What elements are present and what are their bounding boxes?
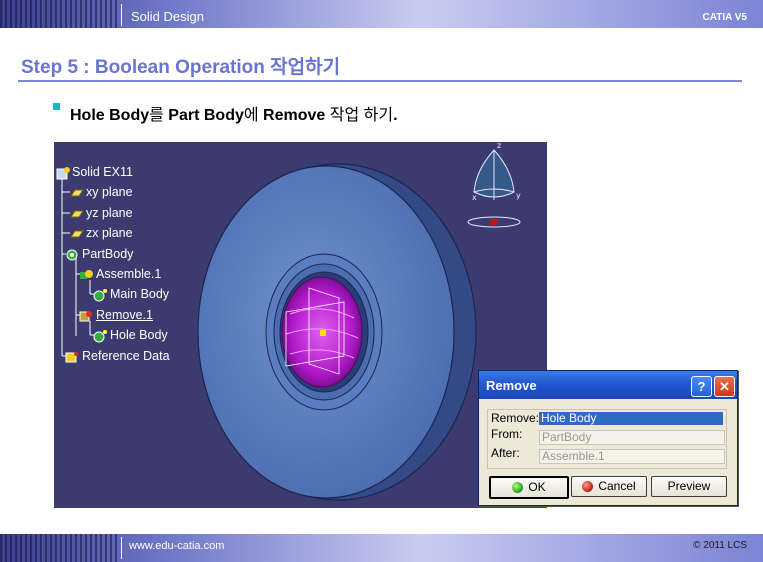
footer-hatch-pattern	[0, 534, 118, 562]
tree-node-zx-plane[interactable]: zx plane	[70, 225, 133, 241]
instruction-part-body: Part Body	[168, 107, 244, 124]
body-icon	[93, 288, 107, 302]
compass-x-label: x	[472, 193, 477, 202]
tree-node-reference-data[interactable]: Reference Data	[64, 348, 170, 364]
body-icon	[66, 249, 78, 261]
tree-node-main-body[interactable]: Main Body	[92, 286, 169, 302]
tree-label: PartBody	[82, 247, 134, 261]
tree-node-assemble[interactable]: Assemble.1	[78, 266, 161, 282]
instruction-hole-body: Hole Body	[70, 107, 150, 124]
tree-node-root[interactable]: Solid EX11	[56, 164, 133, 180]
tree-label: Reference Data	[82, 349, 170, 363]
help-button[interactable]: ?	[691, 376, 712, 397]
instruction-particle-1: 를	[149, 107, 169, 124]
plane-icon	[70, 210, 84, 218]
assemble-icon	[80, 269, 93, 279]
tree-node-xy-plane[interactable]: xy plane	[70, 184, 133, 200]
tree-node-hole-body[interactable]: Hole Body	[92, 327, 168, 343]
catia-3d-viewport[interactable]: Solid EX11 xy plane yz plane zx plane Pa…	[54, 142, 547, 508]
ok-icon	[512, 482, 524, 493]
from-field-label: From:	[491, 427, 523, 441]
bullet-square-icon	[53, 103, 60, 110]
remove-dialog: Remove ? ✕ Remove: Hole Body From: PartB…	[478, 370, 738, 506]
close-button[interactable]: ✕	[714, 376, 735, 397]
footer-copyright: © 2011 LCS	[693, 540, 747, 551]
cancel-button[interactable]: Cancel	[571, 476, 647, 497]
remove-icon	[79, 310, 92, 322]
tree-label: Assemble.1	[96, 267, 162, 281]
compass-y-label: y	[516, 191, 521, 200]
plane-icon	[70, 189, 84, 197]
instruction-period: .	[393, 107, 398, 124]
after-field-label: After:	[491, 446, 520, 460]
plane-icon	[70, 230, 84, 238]
cancel-label: Cancel	[598, 479, 636, 493]
origin-point-icon	[320, 330, 326, 336]
footer-divider	[121, 537, 122, 559]
compass-handle-icon	[490, 219, 497, 225]
remove-field[interactable]: Hole Body	[539, 412, 723, 425]
dialog-title: Remove	[486, 378, 537, 393]
dialog-title-bar[interactable]: Remove ? ✕	[479, 371, 737, 399]
tree-node-yz-plane[interactable]: yz plane	[70, 205, 133, 221]
ok-button[interactable]: OK	[489, 476, 569, 499]
tree-label: Remove.1	[96, 308, 153, 322]
header-divider	[121, 4, 122, 26]
cancel-icon	[582, 481, 594, 492]
title-underline	[18, 80, 742, 82]
tree-label: Solid EX11	[72, 165, 133, 179]
instruction-text: Hole Body를 Part Body에 Remove 작업 하기.	[70, 101, 398, 125]
footer-bar: www.edu-catia.com © 2011 LCS	[0, 534, 763, 562]
ok-label: OK	[528, 480, 546, 494]
tree-label: Hole Body	[110, 328, 168, 342]
header-product-name: CATIA V5	[702, 12, 747, 23]
slide-title: Step 5 : Boolean Operation 작업하기	[21, 57, 341, 78]
tree-node-remove[interactable]: Remove.1	[78, 307, 153, 323]
from-field[interactable]: PartBody	[539, 430, 725, 445]
compass-z-label: z	[497, 142, 501, 150]
tree-label: xy plane	[86, 185, 133, 199]
after-field[interactable]: Assemble.1	[539, 449, 725, 464]
preview-button[interactable]: Preview	[651, 476, 727, 497]
reference-icon	[65, 351, 78, 363]
header-hatch-pattern	[0, 0, 118, 28]
instruction-remove: Remove	[263, 107, 326, 124]
compass-widget[interactable]: x y z	[464, 142, 544, 232]
header-bar: Solid Design CATIA V5	[0, 0, 763, 28]
instruction-action: 작업 하기	[325, 107, 394, 124]
body-icon	[93, 329, 107, 343]
tree-label: yz plane	[86, 206, 133, 220]
tree-label: Main Body	[110, 287, 170, 301]
footer-url: www.edu-catia.com	[129, 540, 225, 552]
header-section-title: Solid Design	[131, 9, 204, 24]
part-icon	[56, 166, 70, 180]
remove-field-label: Remove:	[491, 411, 540, 425]
instruction-particle-2: 에	[243, 107, 264, 124]
tree-node-partbody[interactable]: PartBody	[64, 246, 133, 262]
tree-label: zx plane	[86, 226, 133, 240]
